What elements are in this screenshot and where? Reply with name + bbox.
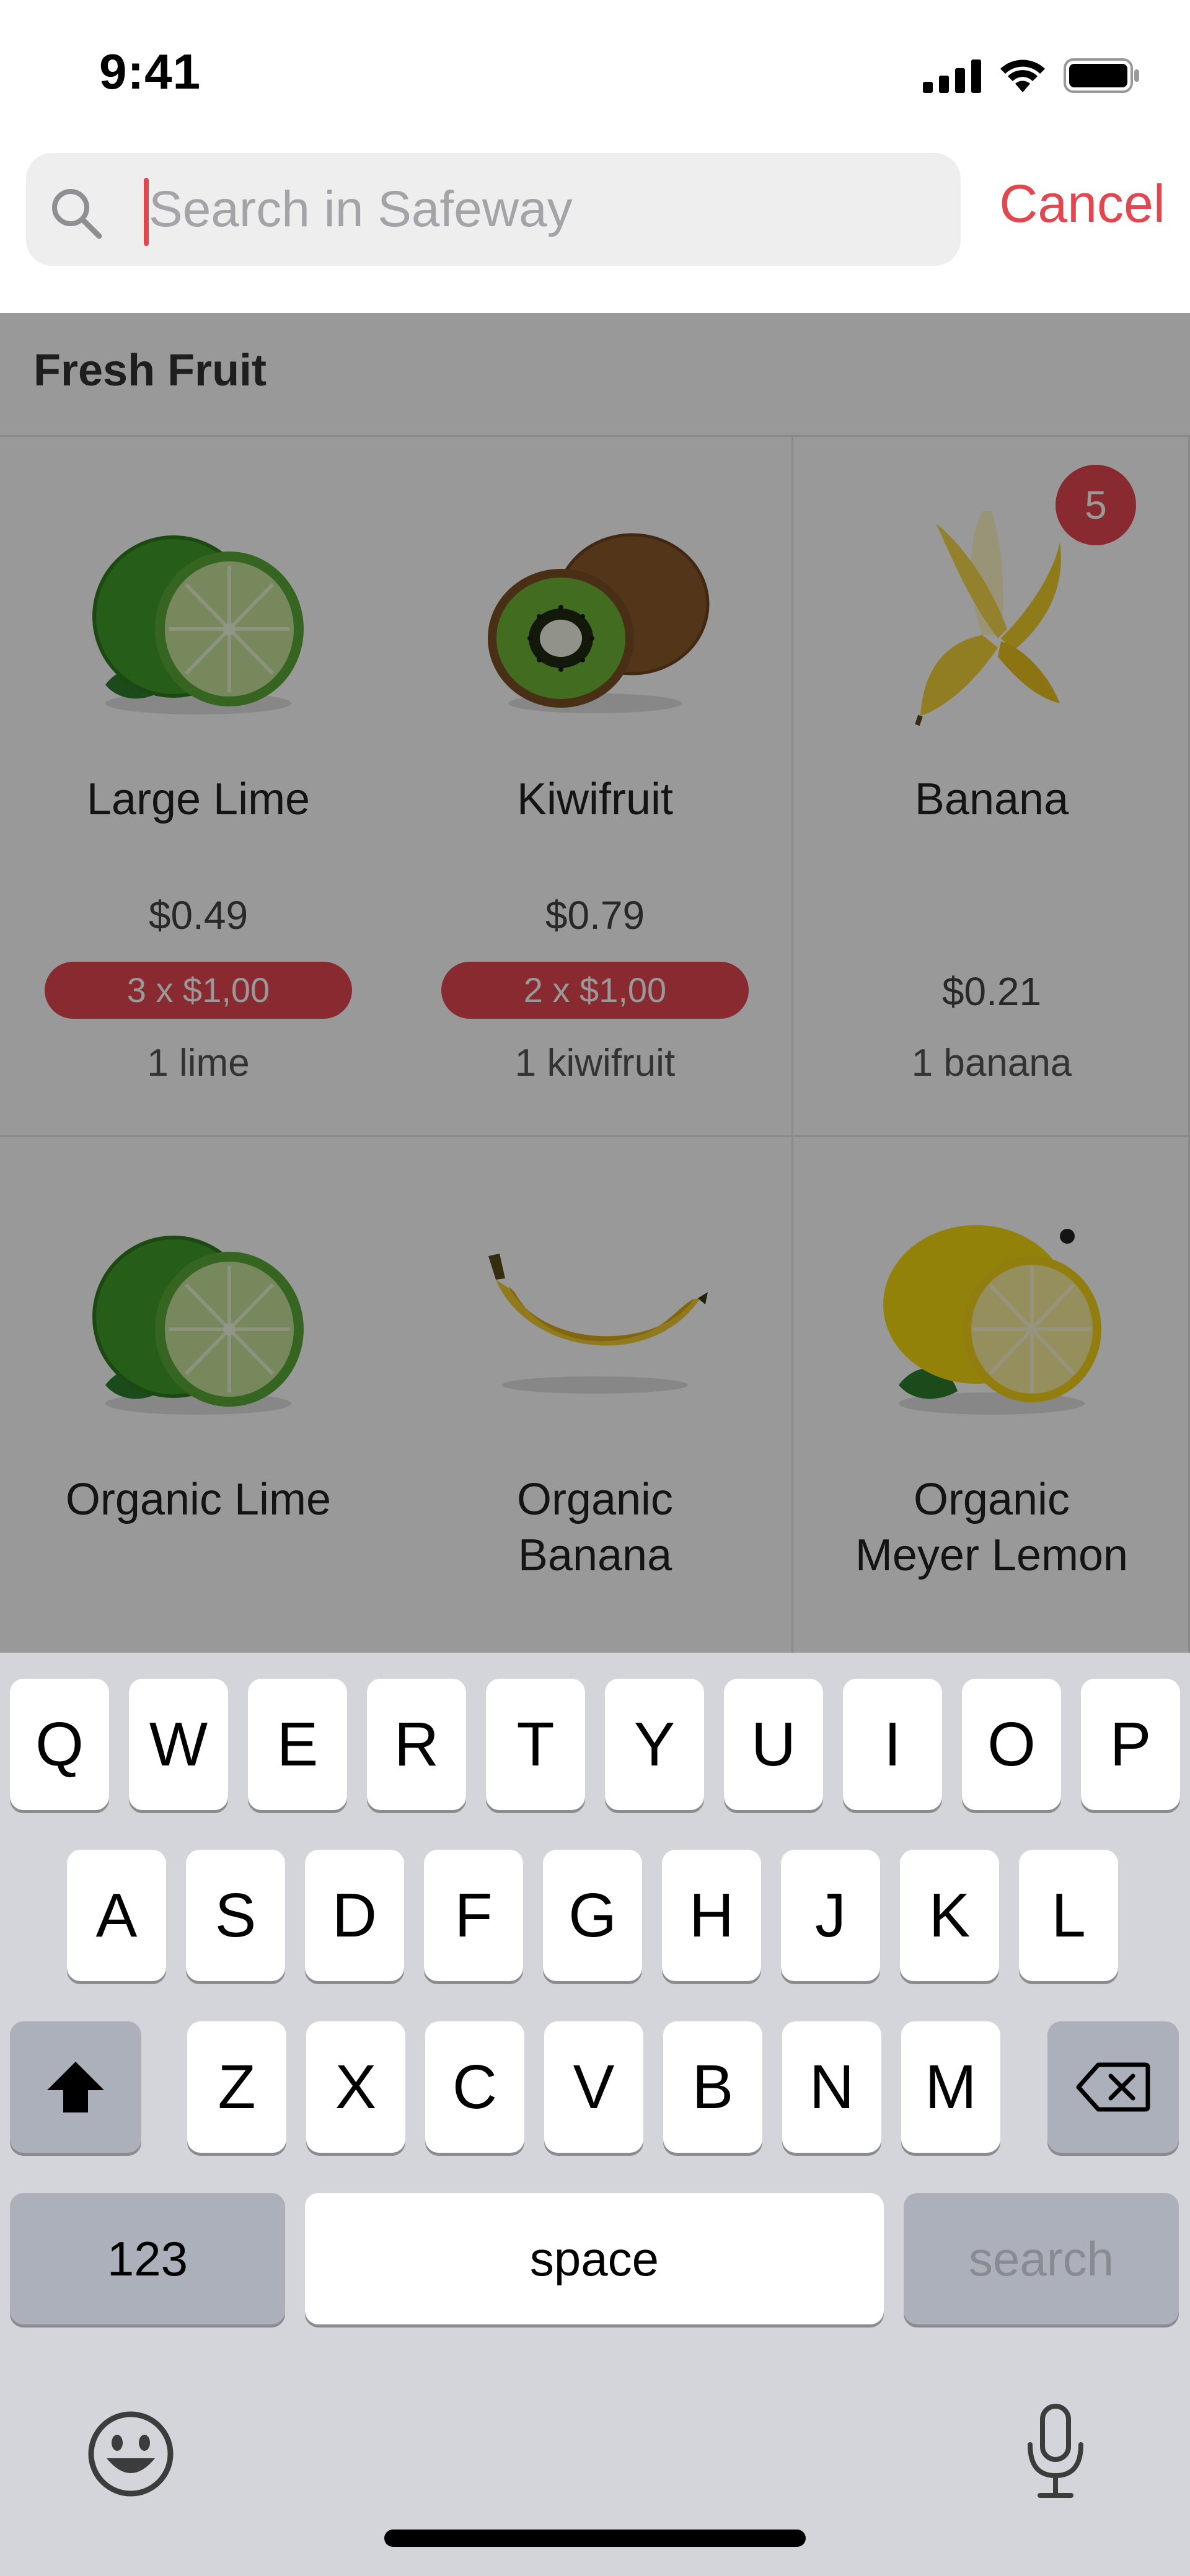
home-indicator[interactable] xyxy=(384,2530,806,2547)
product-name: Kiwifruit xyxy=(516,775,674,824)
product-price: $0.79 xyxy=(545,893,645,938)
kiwi-image xyxy=(488,533,710,713)
key-m[interactable]: M xyxy=(901,2021,1000,2153)
status-time: 9:41 xyxy=(99,44,201,99)
product-card-banana[interactable]: 5 Banana $0.21 1 banana xyxy=(793,437,1190,1137)
key-b[interactable]: B xyxy=(663,2021,762,2153)
key-k[interactable]: K xyxy=(900,1850,999,1981)
key-g[interactable]: G xyxy=(543,1850,642,1981)
search-icon xyxy=(52,189,102,239)
key-s[interactable]: S xyxy=(186,1850,285,1981)
key-n[interactable]: N xyxy=(782,2021,881,2153)
space-key[interactable]: space xyxy=(305,2193,884,2324)
product-name: Banana xyxy=(914,775,1069,824)
product-results: Fresh Fruit Large Lime $0.49 3 x $1,00 1… xyxy=(0,313,1190,1653)
key-w[interactable]: W xyxy=(129,1679,228,1810)
key-v[interactable]: V xyxy=(544,2021,643,2153)
cancel-button[interactable]: Cancel xyxy=(999,174,1165,235)
product-card-organic-meyer-lemon[interactable]: Organic Meyer Lemon xyxy=(793,1137,1190,1653)
emoji-icon[interactable] xyxy=(86,2409,176,2499)
key-l[interactable]: L xyxy=(1019,1850,1118,1981)
promo-badge: 2 x $1,00 xyxy=(441,962,749,1019)
search-field[interactable] xyxy=(26,153,961,266)
key-o[interactable]: O xyxy=(962,1679,1061,1810)
wifi-icon xyxy=(1000,59,1045,92)
product-card-organic-lime[interactable]: Organic Lime xyxy=(0,1137,397,1653)
lemon-image xyxy=(883,1225,1101,1415)
search-input[interactable] xyxy=(149,172,923,247)
signal-icon xyxy=(923,59,981,93)
search-header: Cancel xyxy=(0,149,1190,313)
status-bar: 9:41 xyxy=(0,0,1190,149)
product-card-kiwifruit[interactable]: Kiwifruit $0.79 2 x $1,00 1 kiwifruit xyxy=(397,437,793,1137)
product-name: Organic Banana xyxy=(516,1475,674,1580)
product-name: Large Lime xyxy=(86,775,311,824)
key-z[interactable]: Z xyxy=(187,2021,286,2153)
lime-image xyxy=(92,1236,304,1415)
key-x[interactable]: X xyxy=(306,2021,405,2153)
product-unit: 1 lime xyxy=(147,1042,250,1084)
product-card-large-lime[interactable]: Large Lime $0.49 3 x $1,00 1 lime xyxy=(0,437,397,1137)
product-name: Organic Meyer Lemon xyxy=(855,1475,1129,1580)
key-a[interactable]: A xyxy=(67,1850,166,1981)
key-h[interactable]: H xyxy=(662,1850,761,1981)
search-key[interactable]: search xyxy=(904,2193,1179,2324)
key-i[interactable]: I xyxy=(843,1679,942,1810)
promo-badge: 3 x $1,00 xyxy=(45,962,352,1019)
key-y[interactable]: Y xyxy=(605,1679,704,1810)
product-unit: 1 kiwifruit xyxy=(514,1042,676,1084)
product-name: Organic Lime xyxy=(65,1475,332,1524)
product-price: $0.21 xyxy=(941,969,1042,1014)
key-r[interactable]: R xyxy=(367,1679,466,1810)
key-d[interactable]: D xyxy=(305,1850,404,1981)
numbers-key[interactable]: 123 xyxy=(10,2193,285,2324)
cart-count-badge: 5 xyxy=(1056,465,1136,545)
product-card-organic-banana[interactable]: Organic Banana xyxy=(397,1137,793,1653)
product-price: $0.49 xyxy=(148,893,249,938)
keyboard: QWERTYUIOP ASDFGHJKL ZXCVBNM 123 space s… xyxy=(0,1653,1190,2576)
status-icons xyxy=(923,57,1140,94)
delete-key[interactable] xyxy=(1047,2021,1179,2153)
shift-key[interactable] xyxy=(10,2021,141,2153)
section-title: Fresh Fruit xyxy=(33,346,267,395)
key-j[interactable]: J xyxy=(781,1850,880,1981)
key-p[interactable]: P xyxy=(1081,1679,1180,1810)
microphone-icon[interactable] xyxy=(1021,2402,1090,2502)
product-unit: 1 banana xyxy=(911,1042,1072,1084)
key-c[interactable]: C xyxy=(425,2021,524,2153)
text-caret xyxy=(144,178,149,246)
key-t[interactable]: T xyxy=(486,1679,585,1810)
key-q[interactable]: Q xyxy=(10,1679,109,1810)
banana-image xyxy=(488,1254,708,1394)
lime-image xyxy=(92,535,304,714)
key-f[interactable]: F xyxy=(424,1850,523,1981)
battery-icon xyxy=(1064,58,1139,93)
backspace-icon xyxy=(1076,2062,1150,2112)
key-e[interactable]: E xyxy=(248,1679,347,1810)
shift-icon xyxy=(47,2062,104,2112)
key-u[interactable]: U xyxy=(724,1679,823,1810)
